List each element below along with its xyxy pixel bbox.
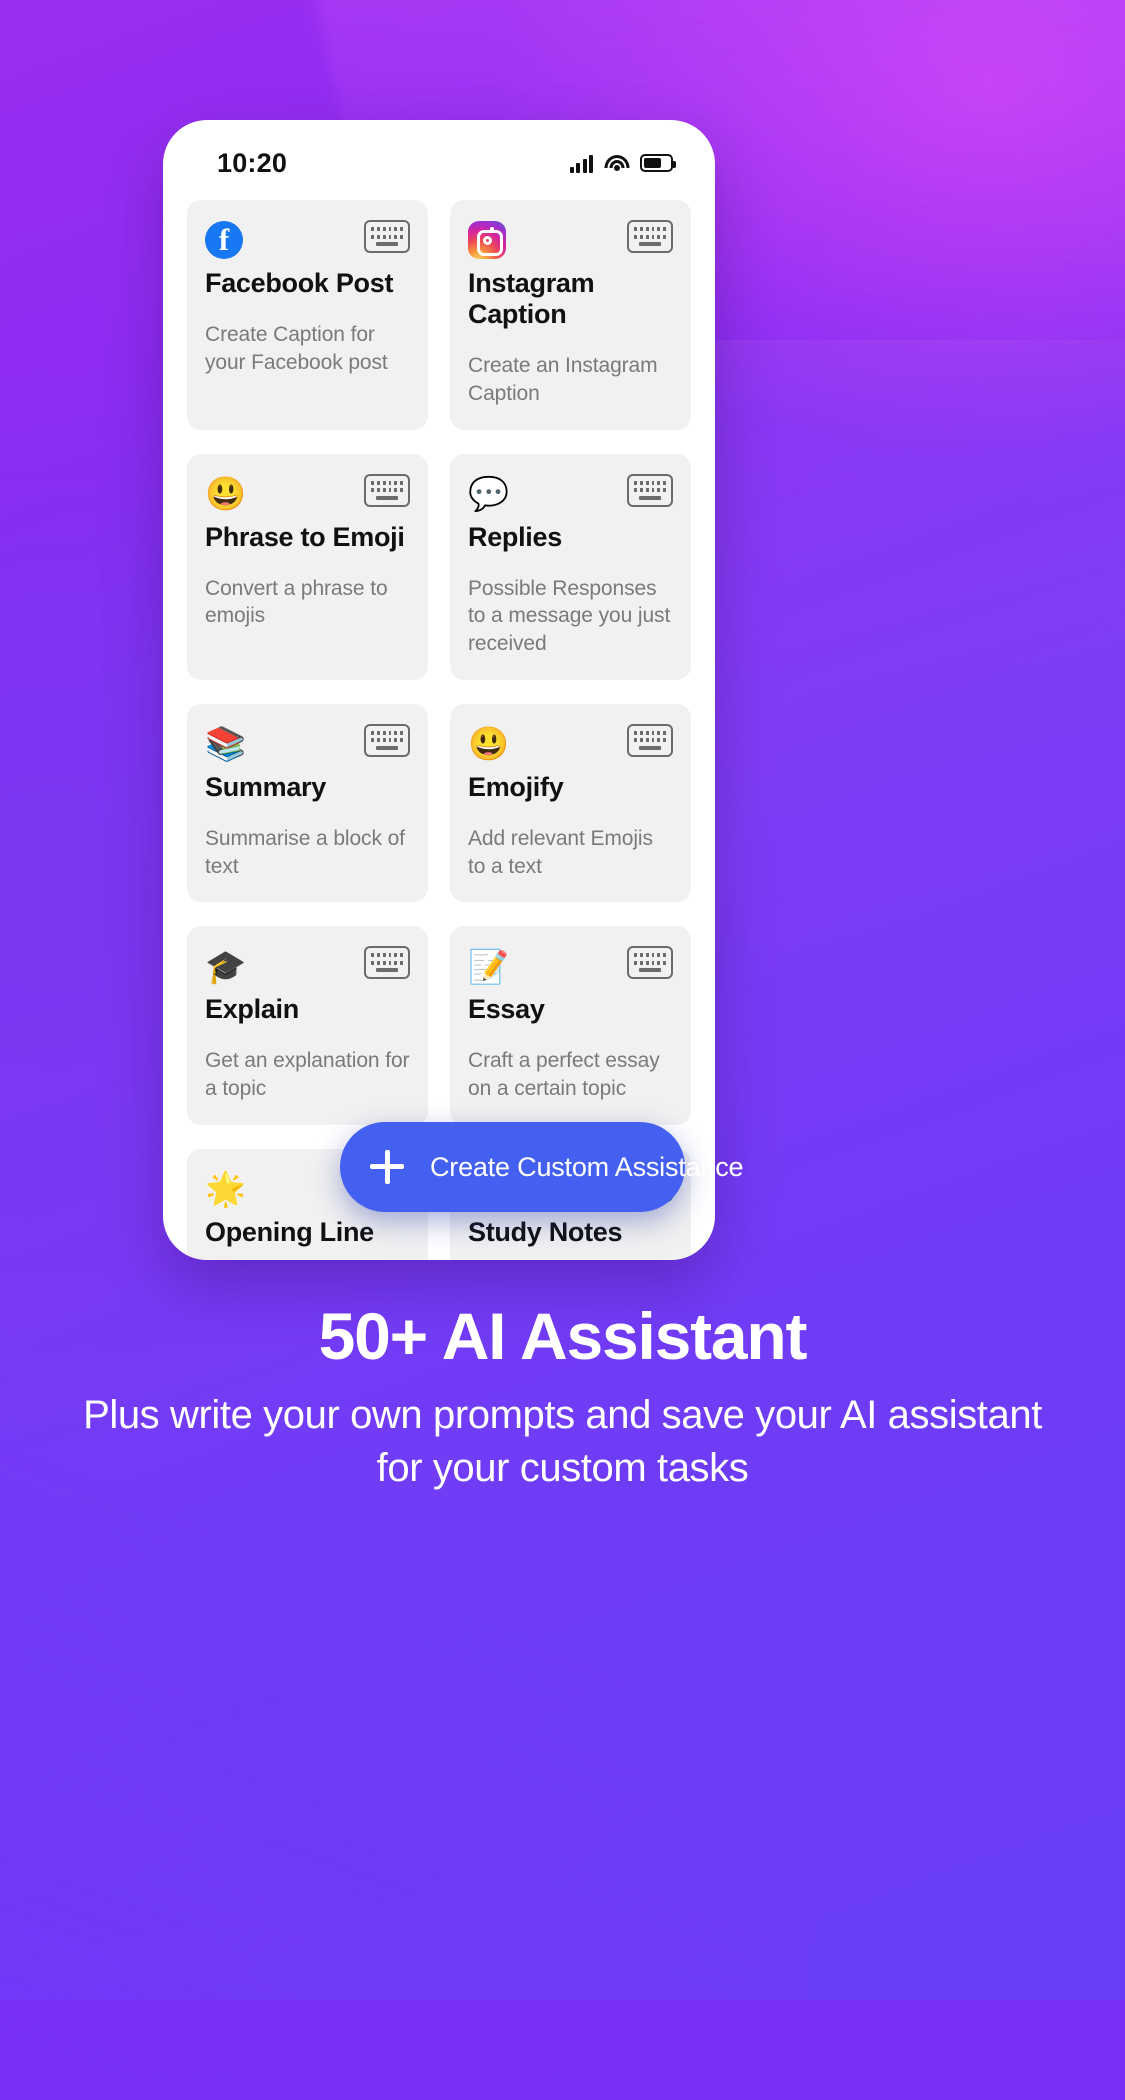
assistant-card-summary[interactable]: 📚 Summary Summarise a block of text (187, 703, 428, 903)
grinning-face-emoji-icon: 😃 (468, 725, 510, 763)
marketing-headline: 50+ AI Assistant (318, 1299, 808, 1373)
wifi-icon (604, 154, 629, 173)
card-header: 💬 (468, 473, 673, 514)
card-header: 😃 (468, 723, 673, 764)
facebook-logo-icon (205, 220, 245, 260)
speech-balloon-emoji-icon: 💬 (468, 475, 510, 513)
card-title: Instagram Caption (468, 268, 595, 330)
card-description: Craft a perfect essay on a certain topic (468, 1049, 660, 1100)
graduation-cap-emoji-icon: 🎓 (205, 947, 247, 985)
card-description: Create an Instagram Caption (468, 354, 658, 405)
card-header: 📚 (205, 723, 410, 764)
card-title: Emojify (468, 771, 564, 802)
phone-mockup: 10:20 Facebook Post Create Caption for y… (163, 120, 715, 1260)
keyboard-icon[interactable] (627, 723, 673, 757)
status-bar-time: 10:20 (217, 147, 288, 178)
assistant-card-instagram-caption[interactable]: Instagram Caption Create an Instagram Ca… (450, 200, 691, 430)
assistant-card-replies[interactable]: 💬 Replies Possible Responses to a messag… (450, 453, 691, 680)
card-description: Create Caption for your Facebook post (205, 323, 388, 374)
keyboard-icon[interactable] (627, 946, 673, 980)
cellular-signal-icon (569, 154, 593, 173)
card-title: Phrase to Emoji (205, 521, 405, 552)
card-description: Get an explanation for a topic (205, 1049, 410, 1100)
battery-icon (640, 154, 676, 172)
card-description: Add relevant Emojis to a text (468, 826, 653, 878)
card-title: Opening Line (205, 1216, 374, 1247)
assistant-card-grid: Facebook Post Create Caption for your Fa… (163, 192, 715, 1260)
card-title: Facebook Post (205, 268, 394, 298)
assistant-card-emojify[interactable]: 😃 Emojify Add relevant Emojis to a text (450, 703, 691, 903)
assistant-card-phrase-to-emoji[interactable]: 😃 Phrase to Emoji Convert a phrase to em… (187, 453, 428, 680)
card-title: Summary (205, 771, 326, 802)
keyboard-icon[interactable] (627, 220, 673, 253)
keyboard-icon[interactable] (364, 220, 410, 253)
card-title: Study Notes (468, 1216, 623, 1247)
card-header: 🎓 (205, 946, 410, 986)
marketing-subline: Plus write your own prompts and save you… (83, 1392, 1042, 1490)
card-header: 📝 (468, 946, 673, 986)
card-title: Essay (468, 994, 545, 1025)
card-header (468, 220, 673, 260)
glowing-star-emoji-icon: 🌟 (205, 1170, 247, 1208)
instagram-logo-icon (468, 220, 508, 260)
create-custom-assistance-label: Create Custom Assistance (430, 1151, 744, 1182)
status-bar-icons (569, 154, 676, 173)
plus-icon (370, 1150, 404, 1184)
assistant-card-facebook-post[interactable]: Facebook Post Create Caption for your Fa… (187, 200, 428, 430)
create-custom-assistance-button[interactable]: Create Custom Assistance (340, 1122, 744, 1212)
assistant-card-essay[interactable]: 📝 Essay Craft a perfect essay on a certa… (450, 926, 691, 1125)
assistant-card-explain[interactable]: 🎓 Explain Get an explanation for a topic (187, 926, 428, 1125)
card-header (205, 220, 410, 260)
keyboard-icon[interactable] (364, 723, 410, 757)
card-description: Possible Responses to a message you just… (468, 576, 671, 656)
card-description: Summarise a block of text (205, 826, 405, 878)
card-description: Convert a phrase to emojis (205, 576, 388, 628)
card-header: 😃 (205, 473, 410, 514)
card-title: Explain (205, 994, 299, 1025)
keyboard-icon[interactable] (364, 473, 410, 507)
keyboard-icon[interactable] (627, 473, 673, 507)
grinning-face-emoji-icon: 😃 (205, 475, 247, 513)
memo-emoji-icon: 📝 (468, 947, 510, 985)
books-emoji-icon: 📚 (205, 725, 247, 763)
marketing-copy: 50+ AI Assistant Plus write your own pro… (0, 1300, 1125, 1495)
status-bar: 10:20 (163, 120, 715, 192)
keyboard-icon[interactable] (364, 946, 410, 980)
card-title: Replies (468, 521, 562, 552)
